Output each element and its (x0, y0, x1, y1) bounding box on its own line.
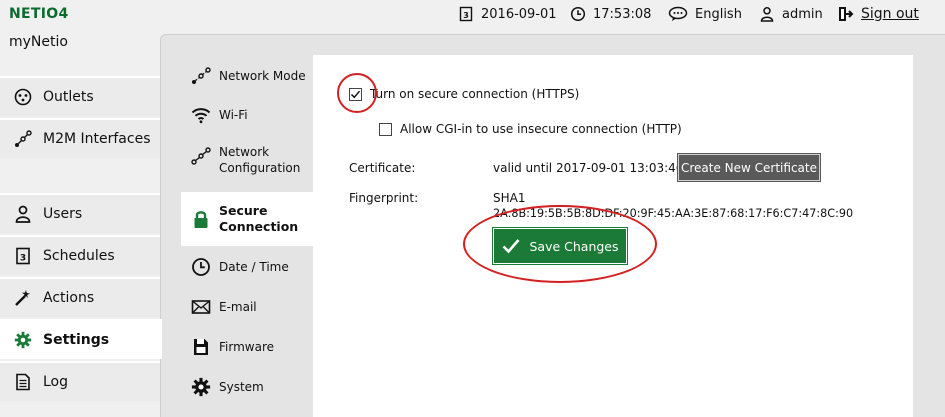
sub-nav-label: Wi-Fi (219, 108, 248, 122)
document-icon (16, 373, 30, 391)
nav-item-schedules[interactable]: 3 Schedules (0, 235, 160, 275)
gear-icon (14, 331, 32, 349)
top-header: NETIO4 3 2016-09-01 17:53:08 English adm… (0, 0, 945, 30)
sub-nav-label-line1: Network (219, 145, 270, 159)
device-name: myNetio (9, 34, 68, 50)
magic-wand-icon (15, 290, 30, 306)
firmware-icon (194, 339, 208, 355)
save-changes-label: Save Changes (529, 238, 619, 254)
nav-item-log[interactable]: Log (0, 361, 160, 401)
username-text: admin (782, 6, 823, 22)
nav-item-users[interactable]: Users (0, 193, 160, 233)
fingerprint-label: Fingerprint: (349, 191, 419, 205)
sub-nav-date-time[interactable]: Date / Time (181, 254, 313, 280)
nav-label: Users (43, 206, 83, 222)
sub-nav-email[interactable]: E-mail (181, 294, 313, 320)
header-date: 3 2016-09-01 (458, 6, 557, 22)
envelope-icon (191, 300, 211, 314)
https-label: Turn on secure connection (HTTPS) (370, 87, 580, 101)
nav-label: Outlets (43, 89, 94, 105)
sub-nav-label-line2: Configuration (219, 161, 301, 175)
cgi-option[interactable]: Allow CGI-in to use insecure connection … (379, 122, 682, 136)
nav-item-m2m-interfaces[interactable]: M2M Interfaces (0, 118, 160, 158)
network-nodes-icon (15, 130, 32, 147)
cgi-checkbox[interactable] (379, 122, 392, 136)
save-changes-button[interactable]: Save Changes (492, 227, 628, 265)
calendar-icon: 3 (459, 6, 473, 22)
sub-nav-label-line1: Secure (219, 203, 268, 218)
sub-nav-network-configuration[interactable]: Network Configuration (181, 144, 313, 184)
language-text: English (695, 6, 742, 22)
https-checkbox[interactable] (349, 87, 362, 101)
sub-nav-wifi[interactable]: Wi-Fi (181, 102, 313, 128)
lock-icon (194, 211, 208, 228)
nav-label: Schedules (43, 248, 115, 264)
sub-nav-label: Date / Time (219, 260, 289, 274)
checkmark-icon (503, 239, 520, 254)
gear-icon (191, 377, 211, 397)
netio-logo: NETIO4 (9, 6, 69, 22)
sub-nav-system[interactable]: System (181, 374, 313, 400)
nav-item-actions[interactable]: Actions (0, 277, 160, 317)
nav-label: Settings (43, 332, 110, 348)
sign-out-label: Sign out (861, 6, 919, 22)
calendar-icon: 3 (16, 247, 30, 265)
language-selector[interactable]: English (668, 6, 742, 22)
svg-text:3: 3 (20, 254, 26, 264)
wifi-icon (191, 108, 211, 124)
nav-label: Log (43, 374, 69, 390)
network-nodes-icon (191, 147, 211, 165)
nav-item-outlets[interactable]: Outlets (0, 76, 160, 116)
sub-nav-label: Network Configuration (219, 144, 300, 176)
fingerprint-algorithm: SHA1 (493, 191, 526, 205)
sub-nav-firmware[interactable]: Firmware (181, 334, 313, 360)
sub-nav-label: E-mail (219, 300, 257, 314)
header-user: admin (759, 6, 823, 22)
sub-nav-label: System (219, 380, 264, 394)
certificate-value: valid until 2017-09-01 13:03:46 (493, 161, 684, 175)
sub-nav-label: Secure Connection (219, 203, 298, 235)
checkmark-icon (350, 90, 361, 98)
cgi-label: Allow CGI-in to use insecure connection … (400, 122, 682, 136)
time-text: 17:53:08 (593, 6, 652, 22)
sub-nav-label: Network Mode (219, 69, 306, 83)
network-nodes-icon (192, 67, 211, 84)
sub-nav-label: Firmware (219, 340, 274, 354)
user-icon (15, 205, 31, 223)
create-new-certificate-button[interactable]: Create New Certificate (677, 153, 821, 182)
nav-label: M2M Interfaces (43, 131, 151, 147)
speech-bubble-icon (668, 6, 688, 21)
certificate-label: Certificate: (349, 161, 416, 175)
sign-out-link[interactable]: Sign out (838, 6, 919, 22)
sub-nav-secure-connection[interactable]: Secure Connection (181, 192, 313, 246)
user-icon (760, 7, 774, 22)
sub-nav-label-line2: Connection (219, 219, 299, 234)
outlet-icon (14, 88, 32, 106)
nav-label: Actions (43, 290, 95, 306)
fingerprint-value: 2A:8B:19:5B:5B:8D:DF:20:9F:45:AA:3E:87:6… (493, 207, 854, 220)
date-text: 2016-09-01 (481, 6, 557, 22)
https-option[interactable]: Turn on secure connection (HTTPS) (349, 87, 579, 101)
clock-icon (192, 258, 210, 276)
header-time: 17:53:08 (570, 6, 651, 22)
sub-nav-network-mode[interactable]: Network Mode (181, 63, 313, 89)
nav-item-settings[interactable]: Settings (0, 319, 162, 359)
svg-text:3: 3 (463, 11, 469, 20)
clock-icon (570, 6, 586, 22)
sign-out-icon (839, 7, 854, 21)
